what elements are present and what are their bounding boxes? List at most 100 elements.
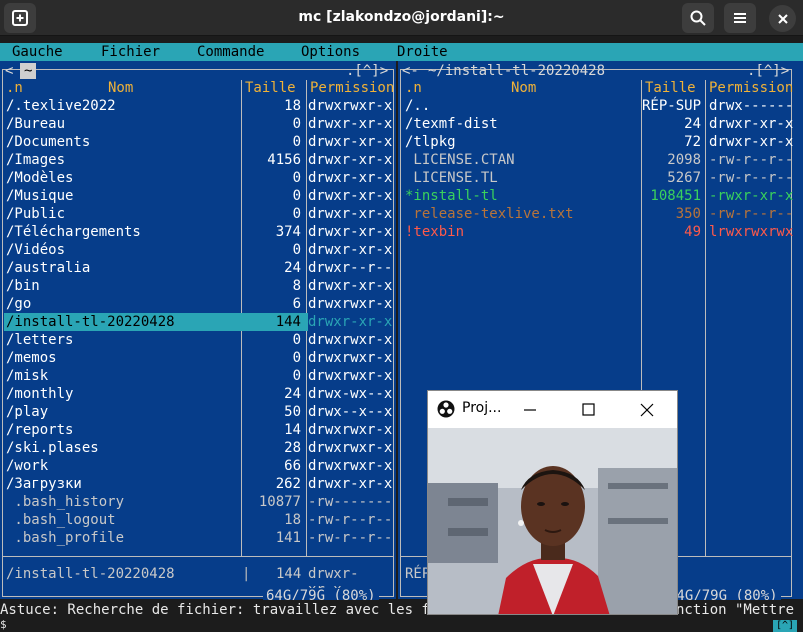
left-file-size: 0 [292, 332, 301, 348]
right-file-perm: -rw-r--r-- [709, 152, 794, 168]
right-file-perm: -rwxr-xr-x [709, 188, 794, 204]
left-file-row[interactable]: /Public 0 drwxr-xr-x [4, 205, 392, 223]
right-panel-arrow[interactable]: <- [402, 63, 419, 79]
right-file-row[interactable]: release-texlive.txt 350 -rw-r--r-- [402, 205, 794, 223]
menu-droite[interactable]: Droite [397, 44, 448, 60]
menu-gauche[interactable]: Gauche [12, 44, 63, 60]
left-file-row[interactable]: .bash_profile 141 -rw-r--r-- [4, 529, 392, 547]
left-file-perm: -rw-r--r-- [308, 512, 393, 528]
left-file-row[interactable]: /letters 0 drwxrwxr-x [4, 331, 392, 349]
left-header-name[interactable]: Nom [108, 80, 133, 96]
left-file-row[interactable]: /monthly 24 drwx-wx--x [4, 385, 392, 403]
right-panel-path[interactable]: ~/install-tl-20220428 [428, 63, 605, 79]
left-file-name: /Musique [6, 188, 74, 204]
left-panel-arrow[interactable]: < [5, 63, 13, 79]
left-file-name: /monthly [6, 386, 74, 402]
left-file-row[interactable]: /Vidéos 0 drwxr-xr-x [4, 241, 392, 259]
right-file-perm: -rw-r--r-- [709, 206, 794, 222]
left-file-perm: drwxr-xr-x [308, 313, 393, 331]
left-file-row[interactable]: .bash_logout 18 -rw-r--r-- [4, 511, 392, 529]
left-file-perm: drwxr-xr-x [308, 206, 393, 222]
left-file-row[interactable]: /Загрузки 262 drwxr-xr-x [4, 475, 392, 493]
right-file-row[interactable]: !texbin 49 lrwxrwxrwx [402, 223, 793, 241]
left-file-row[interactable]: .bash_history 10877 -rw------- [4, 493, 392, 511]
right-file-size: 350 [675, 206, 701, 222]
left-file-row[interactable]: /bin 8 drwxr-xr-x [4, 277, 392, 295]
close-icon [777, 13, 788, 24]
menu-options[interactable]: Options [301, 44, 360, 60]
hint-bar: Astuce: Recherche de fichier: travaillez… [0, 600, 803, 632]
obs-logo-icon [437, 400, 455, 418]
left-file-name: /bin [6, 278, 40, 294]
right-file-row[interactable]: /tlpkg 72 drwxr-xr-x [402, 133, 793, 151]
left-header-perm[interactable]: Permission [310, 80, 394, 96]
left-file-row[interactable]: /memos 0 drwxrwxr-x [4, 349, 392, 367]
left-panel[interactable]: < ~ .[^]> .n Nom Taille Permission /.tex… [0, 61, 396, 604]
left-file-size: 24 [284, 386, 301, 402]
right-file-row[interactable]: /.. RÉP-SUP drwx------ [402, 97, 793, 115]
left-header-n[interactable]: .n [6, 80, 23, 96]
left-file-row[interactable]: /Images 4156 drwxr-xr-x [4, 151, 392, 169]
left-file-row[interactable]: /work 66 drwxrwxr-x [4, 457, 392, 475]
right-header-perm[interactable]: Permission [709, 80, 793, 96]
hint-badge[interactable]: [^] [773, 620, 797, 632]
menu-bar: Gauche Fichier Commande Options Droite [0, 43, 803, 61]
right-file-size: RÉP-SUP [642, 98, 702, 114]
right-file-row[interactable]: *install-tl 108451 -rwxr-xr-x [402, 187, 794, 205]
left-file-perm: drwxr-xr-x [308, 188, 393, 204]
left-file-row[interactable]: /.texlive2022 18 drwxrwxr-x [4, 97, 392, 115]
projector-titlebar[interactable]: Proj... [428, 391, 677, 428]
left-file-row[interactable]: /reports 14 drwxrwxr-x [4, 421, 392, 439]
right-file-row[interactable]: /texmf-dist 24 drwxr-xr-x [402, 115, 794, 133]
search-button[interactable] [682, 3, 714, 33]
right-header-n[interactable]: .n [405, 80, 422, 96]
left-file-row[interactable]: /australia 24 drwxr--r-- [4, 259, 392, 277]
left-file-size: 374 [275, 224, 301, 240]
projector-window[interactable]: Proj... [427, 390, 678, 615]
right-file-perm: drwxr-xr-x [709, 116, 794, 132]
left-file-size: 262 [275, 476, 301, 492]
left-file-row[interactable]: /Documents 0 drwxr-xr-x [4, 133, 392, 151]
left-panel-corner[interactable]: .[^]> [346, 63, 388, 79]
left-file-perm: drwxr-xr-x [308, 170, 393, 186]
left-status-size: 144 [276, 566, 302, 582]
left-file-row[interactable]: /install-tl-20220428 144 drwxr-xr-x [4, 313, 393, 331]
left-file-name: /go [6, 296, 32, 312]
left-file-name: /australia [6, 260, 91, 276]
left-file-row[interactable]: /go 6 drwxrwxr-x [4, 295, 392, 313]
right-file-row[interactable]: LICENSE.TL 5267 -rw-r--r-- [402, 169, 793, 187]
left-file-row[interactable]: /ski.plases 28 drwxrwxr-x [4, 439, 392, 457]
right-panel-corner[interactable]: .[^]> [747, 63, 789, 79]
left-file-perm: drwxrwxr-x [308, 296, 393, 312]
left-file-size: 14 [284, 422, 301, 438]
right-header-name[interactable]: Nom [511, 80, 536, 96]
left-file-size: 0 [292, 188, 301, 204]
left-file-size: 18 [284, 512, 301, 528]
search-icon [690, 10, 706, 26]
menu-commande[interactable]: Commande [197, 44, 264, 60]
right-header-size[interactable]: Taille [645, 80, 696, 96]
left-file-name: /Bureau [6, 116, 66, 132]
hamburger-menu-button[interactable] [724, 3, 756, 33]
right-file-size: 5267 [667, 170, 701, 186]
close-window-button[interactable] [769, 5, 796, 32]
maximize-icon[interactable] [581, 402, 597, 418]
right-file-row[interactable]: LICENSE.CTAN 2098 -rw-r--r-- [402, 151, 794, 169]
right-file-name: *install-tl [405, 188, 498, 204]
minimize-icon[interactable] [522, 402, 538, 418]
left-file-row[interactable]: /Bureau 0 drwxr-xr-x [4, 115, 392, 133]
left-file-row[interactable]: /misk 0 drwxrwxr-x [4, 367, 392, 385]
left-file-row[interactable]: /Modèles 0 drwxr-xr-x [4, 169, 392, 187]
left-file-row[interactable]: /Musique 0 drwxr-xr-x [4, 187, 392, 205]
menu-fichier[interactable]: Fichier [101, 44, 160, 60]
left-file-size: 66 [284, 458, 301, 474]
left-file-row[interactable]: /Téléchargements 374 drwxr-xr-x [4, 223, 392, 241]
close-icon[interactable] [639, 402, 655, 418]
left-file-perm: drwxr-xr-x [308, 242, 393, 258]
left-file-name: /letters [6, 332, 74, 348]
left-header-size[interactable]: Taille [245, 80, 296, 96]
left-file-size: 4156 [267, 152, 301, 168]
left-file-perm: drwx-wx--x [308, 386, 393, 402]
left-panel-path[interactable]: ~ [20, 63, 37, 79]
left-file-row[interactable]: /play 50 drwx--x--x [4, 403, 392, 421]
